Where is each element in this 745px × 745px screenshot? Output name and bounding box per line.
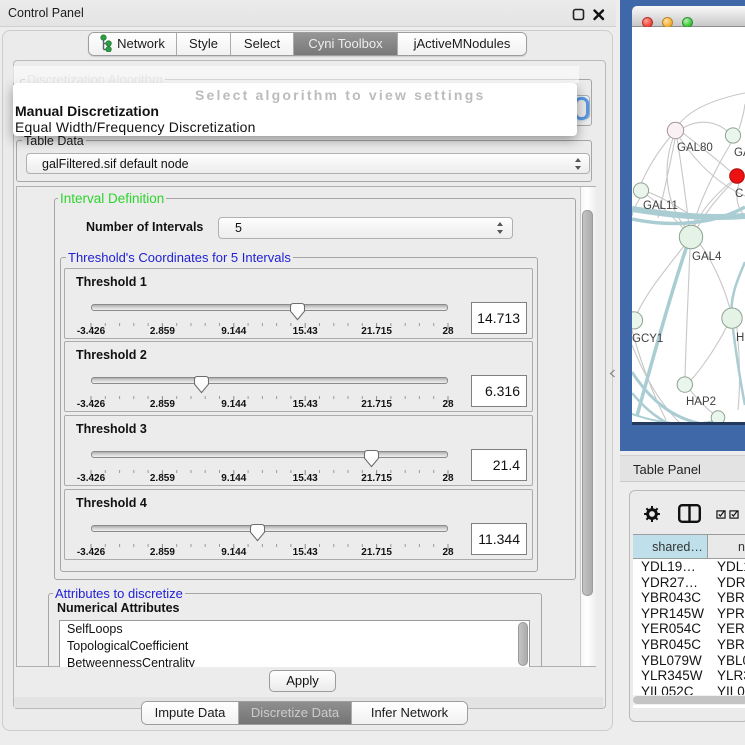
svg-text:GAL11: GAL11 — [643, 200, 678, 212]
svg-text:H: H — [736, 332, 744, 344]
svg-text:GA: GA — [734, 147, 745, 159]
svg-text:GCY1: GCY1 — [632, 333, 663, 345]
svg-text:HAP2: HAP2 — [686, 396, 716, 408]
svg-text:GAL80: GAL80 — [677, 142, 713, 154]
svg-text:C: C — [735, 188, 743, 200]
svg-text:GAL4: GAL4 — [692, 251, 722, 263]
